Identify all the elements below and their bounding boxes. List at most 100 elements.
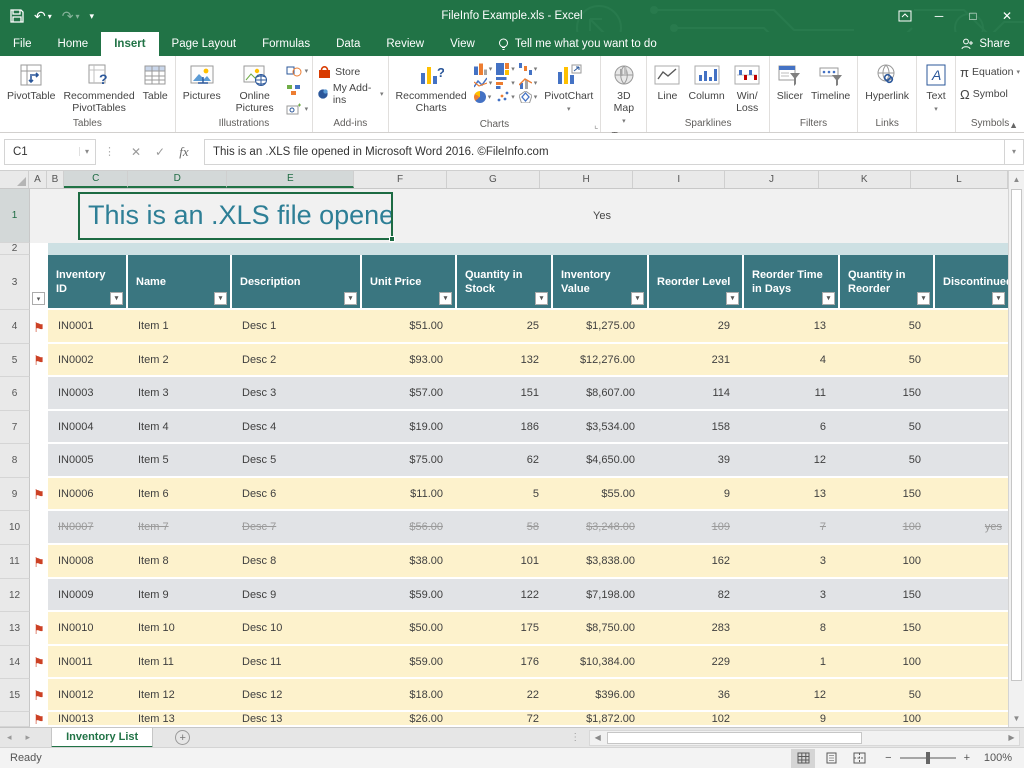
cell[interactable]: 229	[649, 646, 744, 677]
cell[interactable]: $51.00	[362, 310, 457, 342]
table-header-3[interactable]: Description▾	[232, 255, 362, 310]
table-header-5[interactable]: Quantity in Stock▾	[457, 255, 553, 310]
scrollbar-resize-handle[interactable]: ⋮	[570, 732, 581, 743]
cell[interactable]: $10,384.00	[553, 646, 649, 677]
cell[interactable]: $18.00	[362, 679, 457, 710]
screenshot-button[interactable]: ▾	[286, 101, 309, 117]
zoom-slider-thumb[interactable]	[926, 752, 930, 764]
select-all-corner[interactable]	[0, 171, 29, 188]
table-header-4[interactable]: Unit Price▾	[362, 255, 457, 310]
insert-function-icon[interactable]: fx	[172, 144, 196, 160]
column-header-a[interactable]: A	[29, 171, 47, 188]
cell[interactable]	[935, 712, 1008, 725]
pivotchart-button[interactable]: PivotChart ▾	[541, 60, 596, 118]
tab-file[interactable]: File	[0, 32, 45, 56]
cell[interactable]	[935, 646, 1008, 677]
table-header-2[interactable]: Name▾	[128, 255, 232, 310]
cell[interactable]: Item 1	[128, 310, 232, 342]
horizontal-scroll-thumb[interactable]	[607, 732, 862, 744]
selected-cell-c1[interactable]: This is an .XLS file opened in	[78, 192, 393, 240]
cell[interactable]: Item 9	[128, 579, 232, 610]
hierarchy-chart-button[interactable]: ▾	[496, 63, 515, 75]
cell[interactable]: 62	[457, 444, 553, 476]
cell[interactable]: Item 7	[128, 511, 232, 543]
cell[interactable]: $4,650.00	[553, 444, 649, 476]
table-header-6[interactable]: Inventory Value▾	[553, 255, 649, 310]
shapes-button[interactable]: ▾	[286, 63, 309, 79]
cell[interactable]: Desc 11	[232, 646, 362, 677]
cell[interactable]: 150	[840, 478, 935, 509]
cell[interactable]: Desc 1	[232, 310, 362, 342]
filter-dropdown-icon[interactable]: ▾	[535, 292, 548, 305]
scroll-left-icon[interactable]: ◀	[590, 733, 605, 742]
cell[interactable]: 3	[744, 545, 840, 577]
gutter-filter-dropdown-icon[interactable]: ▾	[32, 292, 45, 305]
cell-h1[interactable]: Yes	[554, 189, 650, 243]
cell[interactable]: $8,607.00	[553, 377, 649, 409]
cell[interactable]	[935, 444, 1008, 476]
tab-view[interactable]: View	[437, 32, 488, 56]
name-box-dropdown-icon[interactable]: ▾	[79, 147, 95, 156]
row-number[interactable]: 8	[0, 444, 30, 478]
cell[interactable]: Desc 12	[232, 679, 362, 710]
cell[interactable]: $57.00	[362, 377, 457, 409]
cell[interactable]: $55.00	[553, 478, 649, 509]
table-button[interactable]: Table	[140, 60, 171, 104]
cell[interactable]: 100	[840, 545, 935, 577]
cell[interactable]: 5	[457, 478, 553, 509]
tab-review[interactable]: Review	[373, 32, 437, 56]
cell[interactable]	[935, 679, 1008, 710]
cell[interactable]: 72	[457, 712, 553, 725]
column-chart-button[interactable]: ▾	[474, 63, 493, 75]
cell[interactable]: 176	[457, 646, 553, 677]
normal-view-button[interactable]	[791, 749, 815, 768]
cell[interactable]: 4	[744, 344, 840, 375]
formula-bar-expand-icon[interactable]: ▾	[1004, 139, 1024, 165]
cell[interactable]: Item 8	[128, 545, 232, 577]
row-number[interactable]: 15	[0, 679, 30, 712]
filter-dropdown-icon[interactable]: ▾	[214, 292, 227, 305]
row-number[interactable]: 11	[0, 545, 30, 579]
cell[interactable]: Desc 2	[232, 344, 362, 375]
line-sparkline-button[interactable]: Line	[651, 60, 683, 104]
cell[interactable]: 109	[649, 511, 744, 543]
row-number[interactable]	[0, 712, 30, 727]
cell[interactable]: 9	[649, 478, 744, 509]
cell[interactable]: 50	[840, 444, 935, 476]
recommended-pivottables-button[interactable]: ? Recommended PivotTables	[60, 60, 137, 116]
customize-qat-icon[interactable]: ▾	[90, 11, 95, 22]
zoom-out-icon[interactable]: −	[885, 752, 891, 764]
cell[interactable]: 13	[744, 478, 840, 509]
equation-button[interactable]: πEquation▾	[960, 64, 1020, 80]
combo-chart-button[interactable]: ▾	[519, 77, 538, 89]
row-number[interactable]: 12	[0, 579, 30, 612]
waterfall-chart-button[interactable]: ▾	[519, 63, 538, 75]
cell[interactable]: Desc 13	[232, 712, 362, 725]
zoom-slider[interactable]	[900, 757, 956, 759]
smartart-button[interactable]	[286, 82, 309, 98]
text-button[interactable]: A Text ▾	[921, 60, 951, 118]
cell[interactable]: 50	[840, 344, 935, 375]
cell[interactable]: $3,838.00	[553, 545, 649, 577]
cell[interactable]: Desc 10	[232, 612, 362, 644]
cell[interactable]: 6	[744, 411, 840, 442]
cell[interactable]: $8,750.00	[553, 612, 649, 644]
zoom-in-icon[interactable]: +	[964, 752, 970, 764]
cell[interactable]: 162	[649, 545, 744, 577]
column-header-l[interactable]: L	[911, 171, 1008, 188]
3d-map-button[interactable]: 3D Map ▾	[605, 60, 642, 130]
tab-formulas[interactable]: Formulas	[249, 32, 323, 56]
row-number[interactable]: 14	[0, 646, 30, 679]
column-header-f[interactable]: F	[354, 171, 446, 188]
cell[interactable]: 12	[744, 679, 840, 710]
cell[interactable]: 50	[840, 679, 935, 710]
table-header-10[interactable]: Discontinued?▾	[935, 255, 1008, 310]
tab-data[interactable]: Data	[323, 32, 373, 56]
cell[interactable]: Item 4	[128, 411, 232, 442]
cell[interactable]: Item 2	[128, 344, 232, 375]
cell[interactable]: Desc 6	[232, 478, 362, 509]
column-header-c[interactable]: C	[64, 171, 128, 188]
cell[interactable]	[935, 612, 1008, 644]
cell[interactable]: IN0006	[48, 478, 128, 509]
radar-chart-button[interactable]: ▾	[519, 91, 538, 103]
